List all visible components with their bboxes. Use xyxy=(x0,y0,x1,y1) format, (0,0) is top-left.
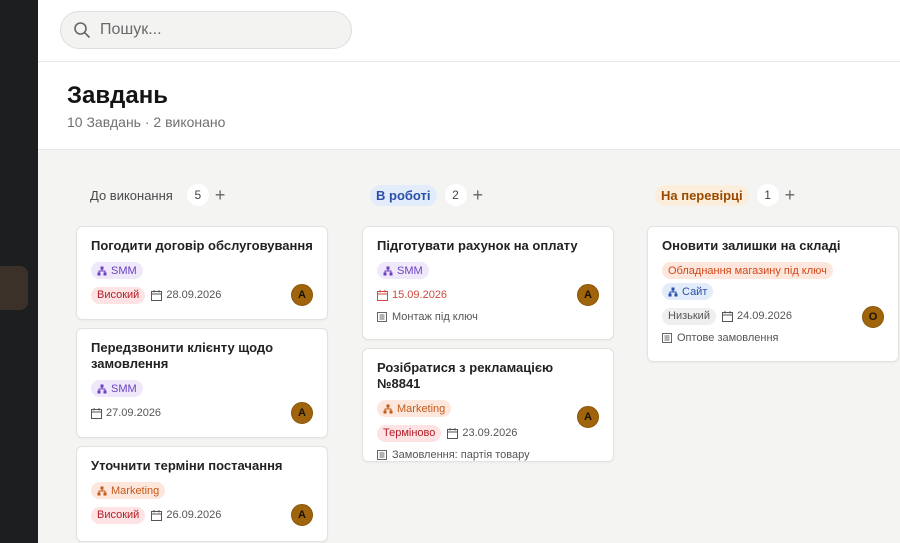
column-title: На перевірці xyxy=(655,184,749,206)
task-title: Уточнити терміни постачання xyxy=(91,458,283,473)
column-count: 1 xyxy=(756,184,779,206)
avatar[interactable]: А xyxy=(291,284,313,306)
tag[interactable]: SMM xyxy=(377,262,429,279)
search-box[interactable] xyxy=(60,11,352,49)
calendar-icon xyxy=(151,509,163,521)
priority-badge: Терміново xyxy=(377,424,442,442)
topbar xyxy=(38,0,900,62)
tag-label: SMM xyxy=(397,264,423,277)
column-in-progress: В роботі 2 + Підготувати рахунок на опла… xyxy=(362,176,614,462)
column-header: До виконання 5 + xyxy=(76,176,328,214)
due-date: 23.09.2026 xyxy=(447,427,517,439)
sidebar-active-item[interactable] xyxy=(0,266,28,310)
column-title: До виконання xyxy=(90,187,173,203)
avatar[interactable]: О xyxy=(862,306,884,328)
task-title: Оновити залишки на складі xyxy=(662,238,841,253)
tag[interactable]: Marketing xyxy=(377,400,452,417)
priority-badge: Високий xyxy=(91,286,146,304)
due-date: 15.09.2026 xyxy=(377,289,447,301)
tag[interactable]: Обладнання магазину під ключ xyxy=(662,262,833,279)
task-card[interactable]: Розібратися з рекламацією №8841 Marketin… xyxy=(362,348,614,462)
avatar[interactable]: А xyxy=(291,504,313,526)
hierarchy-icon xyxy=(668,287,678,296)
search-icon xyxy=(74,22,90,38)
add-task-button[interactable]: + xyxy=(473,185,484,206)
task-card[interactable]: Передзвонити клієнту щодо замовлення SMM… xyxy=(76,328,328,438)
calendar-icon xyxy=(721,310,733,322)
task-title: Підготувати рахунок на оплату xyxy=(377,238,578,253)
task-card[interactable]: Уточнити терміни постачання Marketing Ви… xyxy=(76,446,328,542)
tag-label: SMM xyxy=(111,264,137,277)
page-header: Завдань 10 Завдань · 2 виконано xyxy=(38,62,900,150)
tag-label: Marketing xyxy=(111,484,160,497)
project-link[interactable]: Монтаж під ключ xyxy=(377,311,599,323)
tag[interactable]: Сайт xyxy=(662,283,714,300)
priority-badge: Низький xyxy=(662,307,716,325)
project-link[interactable]: Замовлення: партія товару xyxy=(377,449,599,461)
due-date: 28.09.2026 xyxy=(151,289,221,301)
column-title: В роботі xyxy=(370,184,437,206)
due-date: 27.09.2026 xyxy=(91,407,161,419)
add-task-button[interactable]: + xyxy=(215,185,226,206)
hierarchy-icon xyxy=(383,404,393,413)
calendar-icon xyxy=(447,427,459,439)
document-icon xyxy=(377,450,387,460)
calendar-icon xyxy=(151,289,163,301)
task-card[interactable]: Підготувати рахунок на оплату SMM 15.09.… xyxy=(362,226,614,340)
tag[interactable]: SMM xyxy=(91,380,143,397)
tag-label: Marketing xyxy=(397,402,446,415)
tag[interactable]: Marketing xyxy=(91,482,166,499)
hierarchy-icon xyxy=(97,486,107,495)
page-title: Завдань xyxy=(67,82,168,109)
avatar[interactable]: А xyxy=(291,402,313,424)
task-title: Розібратися з рекламацією №8841 xyxy=(377,360,554,391)
task-title: Передзвонити клієнту щодо замовлення xyxy=(91,340,274,371)
avatar[interactable]: А xyxy=(577,406,599,428)
page-subtitle: 10 Завдань · 2 виконано xyxy=(67,114,226,130)
hierarchy-icon xyxy=(97,266,107,275)
task-card[interactable]: Погодити договір обслуговування SMM Висо… xyxy=(76,226,328,320)
avatar[interactable]: А xyxy=(577,284,599,306)
add-task-button[interactable]: + xyxy=(785,185,796,206)
column-count: 5 xyxy=(186,184,209,206)
document-icon xyxy=(377,312,387,322)
search-input[interactable] xyxy=(100,21,340,39)
sidebar xyxy=(0,0,38,543)
due-date: 26.09.2026 xyxy=(151,509,221,521)
column-header: На перевірці 1 + xyxy=(647,176,899,214)
column-todo: До виконання 5 + Погодити договір обслуг… xyxy=(76,176,328,542)
hierarchy-icon xyxy=(97,384,107,393)
tag-label: Обладнання магазину під ключ xyxy=(668,264,827,277)
tag-label: Сайт xyxy=(682,285,708,298)
due-date: 24.09.2026 xyxy=(721,310,792,322)
column-header: В роботі 2 + xyxy=(362,176,614,214)
column-review: На перевірці 1 + Оновити залишки на скла… xyxy=(647,176,899,362)
task-card[interactable]: Оновити залишки на складі Обладнання маг… xyxy=(647,226,899,362)
priority-badge: Високий xyxy=(91,506,146,524)
calendar-icon xyxy=(377,289,388,301)
task-title: Погодити договір обслуговування xyxy=(91,238,313,253)
column-count: 2 xyxy=(444,184,467,206)
project-link[interactable]: Оптове замовлення xyxy=(662,332,884,344)
document-icon xyxy=(662,333,672,343)
hierarchy-icon xyxy=(383,266,393,275)
tag-label: SMM xyxy=(111,382,137,395)
tag[interactable]: SMM xyxy=(91,262,143,279)
calendar-icon xyxy=(91,407,102,419)
